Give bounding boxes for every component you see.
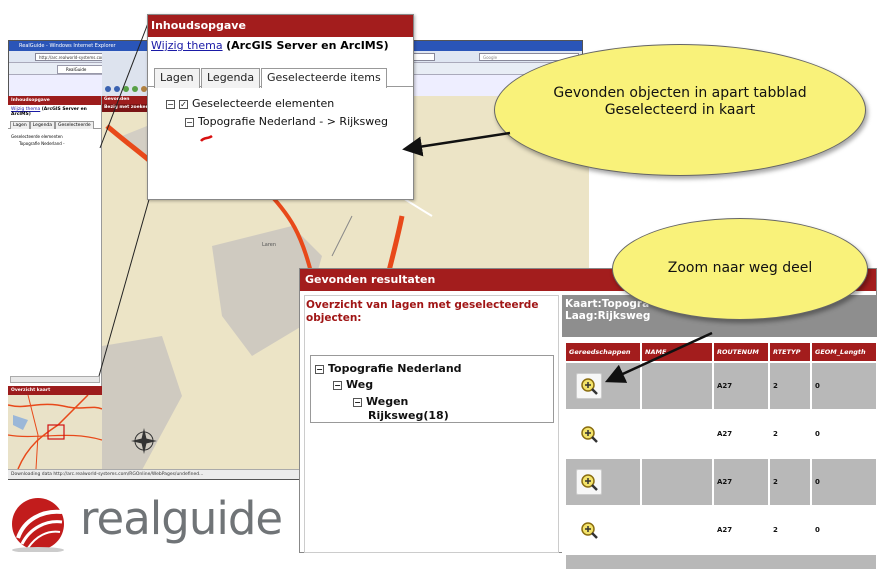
realguide-logo: realguide: [2, 490, 302, 553]
arrow-to-zoom: [604, 331, 713, 383]
table-row-partial: [566, 555, 876, 569]
logo-mark: [12, 498, 64, 553]
arrow-to-tab: [402, 131, 511, 157]
logo-text: realguide: [80, 492, 283, 545]
callout-arrows: [402, 131, 713, 383]
